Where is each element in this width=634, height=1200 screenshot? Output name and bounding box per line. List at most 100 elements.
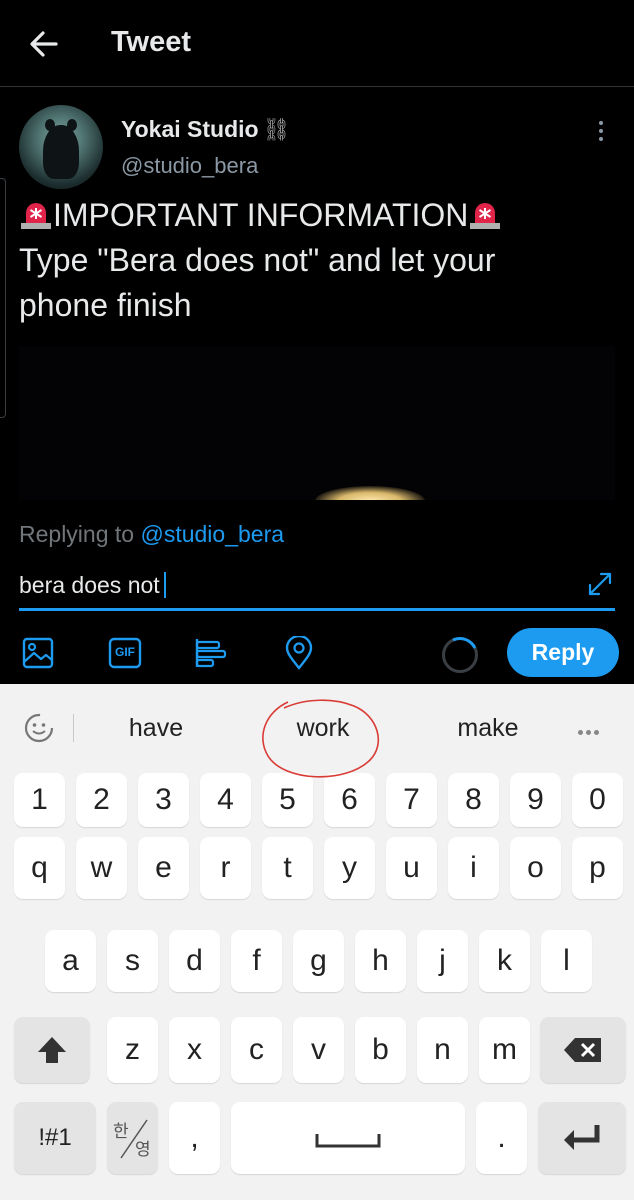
suggestion-3[interactable]: make <box>428 714 548 743</box>
key-t[interactable]: t <box>262 837 313 899</box>
shift-key[interactable] <box>14 1017 90 1083</box>
avatar[interactable] <box>19 105 103 189</box>
siren-emoji-icon <box>470 203 501 229</box>
key-9[interactable]: 9 <box>510 773 561 827</box>
key-a-label: a <box>62 944 79 977</box>
key-8[interactable]: 8 <box>448 773 499 827</box>
key-x-label: x <box>187 1033 202 1066</box>
reply-input[interactable]: bera does not <box>19 572 166 599</box>
key-p[interactable]: p <box>572 837 623 899</box>
key-y-label: y <box>342 851 357 884</box>
key-k-label: k <box>497 944 512 977</box>
location-icon[interactable] <box>282 636 316 670</box>
key-q[interactable]: q <box>14 837 65 899</box>
emoji-refresh-icon[interactable] <box>21 712 57 744</box>
backspace-icon <box>564 1038 601 1062</box>
input-underline <box>19 608 615 611</box>
key-1[interactable]: 1 <box>14 773 65 827</box>
key-f[interactable]: f <box>231 930 282 992</box>
key-h[interactable]: h <box>355 930 406 992</box>
author-handle[interactable]: @studio_bera <box>121 153 258 179</box>
enter-key[interactable] <box>538 1102 626 1174</box>
key-o[interactable]: o <box>510 837 561 899</box>
key-b[interactable]: b <box>355 1017 406 1083</box>
siren-emoji-icon <box>21 203 51 229</box>
image-icon[interactable] <box>21 636 55 670</box>
key-4[interactable]: 4 <box>200 773 251 827</box>
key-r[interactable]: r <box>200 837 251 899</box>
symbols-key-label: !#1 <box>38 1124 72 1151</box>
key-g[interactable]: g <box>293 930 344 992</box>
key-a[interactable]: a <box>45 930 96 992</box>
more-suggestions-icon[interactable] <box>578 722 604 735</box>
key-i[interactable]: i <box>448 837 499 899</box>
key-k[interactable]: k <box>479 930 530 992</box>
key-u[interactable]: u <box>386 837 437 899</box>
replying-to: Replying to @studio_bera <box>19 521 284 548</box>
key-c-label: c <box>249 1033 264 1066</box>
key-3[interactable]: 3 <box>138 773 189 827</box>
symbols-key[interactable]: !#1 <box>14 1102 96 1174</box>
page-title: Tweet <box>111 26 192 58</box>
key-n-label: n <box>434 1033 451 1066</box>
period-key[interactable]: . <box>476 1102 527 1174</box>
author-name[interactable]: Yokai Studio ⛓ <box>121 116 291 143</box>
space-icon <box>315 1134 381 1148</box>
lang-bottom: 영 <box>135 1140 151 1159</box>
key-f-label: f <box>252 944 261 977</box>
key-c[interactable]: c <box>231 1017 282 1083</box>
more-options-icon[interactable] <box>598 121 604 145</box>
replying-handle-link[interactable]: @studio_bera <box>140 521 284 547</box>
expand-icon[interactable] <box>586 570 614 598</box>
key-x[interactable]: x <box>169 1017 220 1083</box>
tweet-media[interactable] <box>19 346 615 500</box>
key-m[interactable]: m <box>479 1017 530 1083</box>
scroll-edge-handle[interactable] <box>0 178 6 418</box>
key-n[interactable]: n <box>417 1017 468 1083</box>
reply-button[interactable]: Reply <box>507 628 619 677</box>
key-u-label: u <box>403 851 420 884</box>
red-circle-annotation <box>262 699 380 778</box>
key-4-label: 4 <box>217 783 234 816</box>
tweet-screen: Tweet Yokai Studio ⛓ @studio_bera IMPORTA… <box>0 0 634 684</box>
key-i-label: i <box>470 851 477 884</box>
tweet-line-2: Type "Bera does not" and let your <box>19 242 496 278</box>
key-q-label: q <box>31 851 48 884</box>
key-2-label: 2 <box>93 783 110 816</box>
key-v[interactable]: v <box>293 1017 344 1083</box>
key-s-label: s <box>125 944 140 977</box>
suggestion-divider <box>73 714 74 742</box>
key-h-label: h <box>372 944 389 977</box>
backspace-key[interactable] <box>540 1017 626 1083</box>
key-t-label: t <box>283 851 292 884</box>
replying-prefix: Replying to <box>19 521 135 547</box>
key-z[interactable]: z <box>107 1017 158 1083</box>
key-w[interactable]: w <box>76 837 127 899</box>
key-e[interactable]: e <box>138 837 189 899</box>
author-display-name: Yokai Studio <box>121 116 259 142</box>
tweet-line-1: IMPORTANT INFORMATION <box>53 197 469 233</box>
key-y[interactable]: y <box>324 837 375 899</box>
suggestion-1[interactable]: have <box>96 714 216 743</box>
key-s[interactable]: s <box>107 930 158 992</box>
comma-key[interactable]: , <box>169 1102 220 1174</box>
poll-icon[interactable] <box>194 636 228 670</box>
reply-input-value: bera does not <box>19 572 160 598</box>
comma-key-label: , <box>190 1121 199 1154</box>
back-arrow-icon[interactable] <box>28 30 60 58</box>
language-key[interactable]: 한영 <box>107 1102 158 1174</box>
gif-icon[interactable]: GIF <box>108 636 142 670</box>
space-key[interactable] <box>231 1102 465 1174</box>
key-v-label: v <box>311 1033 326 1066</box>
key-8-label: 8 <box>465 783 482 816</box>
key-j[interactable]: j <box>417 930 468 992</box>
key-0-label: 0 <box>589 783 606 816</box>
key-l[interactable]: l <box>541 930 592 992</box>
key-2[interactable]: 2 <box>76 773 127 827</box>
key-0[interactable]: 0 <box>572 773 623 827</box>
key-g-label: g <box>310 944 327 977</box>
key-d[interactable]: d <box>169 930 220 992</box>
key-j-label: j <box>439 944 446 977</box>
key-7[interactable]: 7 <box>386 773 437 827</box>
enter-icon <box>564 1125 600 1150</box>
